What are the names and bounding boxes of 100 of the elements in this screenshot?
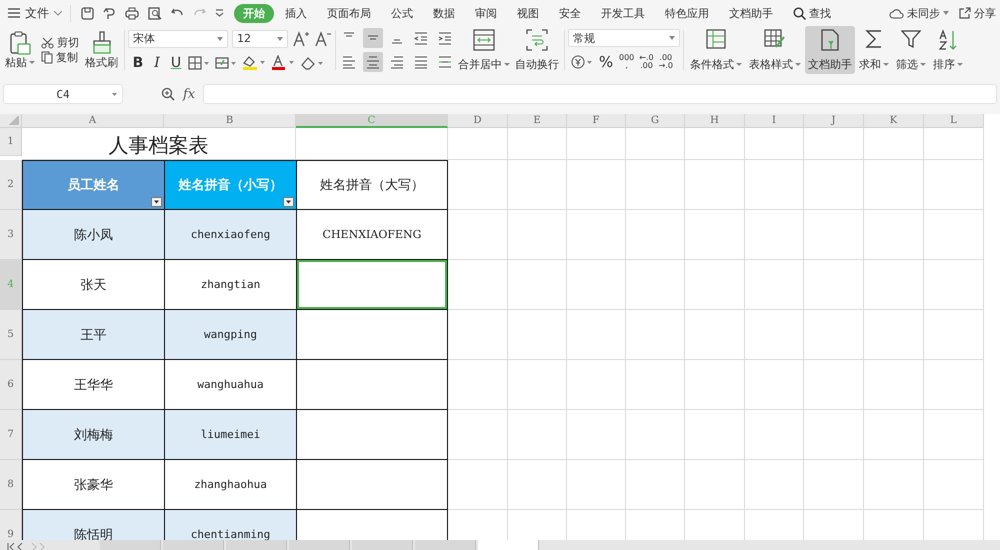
empty-cell[interactable] bbox=[745, 260, 804, 310]
empty-cell[interactable] bbox=[508, 210, 567, 260]
filter-dropdown-icon[interactable] bbox=[151, 197, 162, 207]
empty-cell[interactable] bbox=[685, 128, 745, 160]
empty-cell[interactable] bbox=[924, 210, 984, 260]
copy-button[interactable]: 复制 bbox=[41, 50, 79, 65]
empty-cell[interactable] bbox=[745, 128, 804, 160]
format-painter-button[interactable]: 格式刷 bbox=[82, 28, 121, 72]
ribbon-button[interactable]: 求和 bbox=[856, 26, 892, 74]
empty-cell[interactable] bbox=[864, 460, 924, 510]
empty-cell[interactable] bbox=[567, 310, 626, 360]
empty-cell[interactable] bbox=[626, 310, 685, 360]
empty-cell[interactable] bbox=[745, 360, 804, 410]
ribbon-tab[interactable]: 数据 bbox=[424, 4, 464, 22]
sheet-tab[interactable] bbox=[478, 540, 539, 550]
align-icon[interactable] bbox=[363, 28, 383, 48]
empty-cell[interactable] bbox=[685, 210, 745, 260]
empty-cell[interactable] bbox=[804, 260, 864, 310]
formula-field[interactable] bbox=[203, 84, 997, 104]
empty-cell[interactable] bbox=[745, 210, 804, 260]
cell-style-icon[interactable] bbox=[215, 56, 237, 70]
empty-cell[interactable] bbox=[864, 128, 924, 160]
bold-button[interactable]: B bbox=[131, 54, 145, 70]
empty-cell[interactable] bbox=[924, 260, 984, 310]
empty-cell[interactable] bbox=[567, 410, 626, 460]
print-icon[interactable] bbox=[125, 6, 139, 20]
wrap-text-button[interactable]: 自动换行 bbox=[513, 26, 561, 74]
column-header[interactable]: K bbox=[864, 114, 924, 128]
ribbon-button[interactable]: 条件格式 bbox=[687, 26, 745, 74]
ribbon-tab[interactable]: 安全 bbox=[550, 4, 590, 22]
empty-cell[interactable] bbox=[508, 260, 567, 310]
empty-cell[interactable] bbox=[924, 460, 984, 510]
empty-cell[interactable] bbox=[626, 128, 685, 160]
select-all-corner[interactable] bbox=[0, 114, 22, 128]
empty-cell[interactable] bbox=[804, 410, 864, 460]
font-color-icon[interactable] bbox=[271, 55, 295, 70]
increase-font-icon[interactable] bbox=[292, 30, 310, 46]
sheet-tab[interactable] bbox=[289, 540, 350, 550]
currency-icon[interactable] bbox=[571, 55, 593, 69]
empty-cell[interactable] bbox=[626, 460, 685, 510]
eraser-icon[interactable] bbox=[300, 56, 324, 70]
share-button[interactable]: 分享 bbox=[955, 4, 1000, 22]
column-header[interactable]: D bbox=[448, 114, 508, 128]
cut-button[interactable]: 剪切 bbox=[41, 35, 79, 50]
empty-cell[interactable] bbox=[567, 460, 626, 510]
ribbon-tab[interactable]: 开发工具 bbox=[592, 4, 654, 22]
empty-cell[interactable] bbox=[626, 260, 685, 310]
column-header[interactable]: F bbox=[567, 114, 626, 128]
empty-cell[interactable] bbox=[804, 460, 864, 510]
column-header[interactable]: I bbox=[745, 114, 804, 128]
empty-cell[interactable] bbox=[508, 460, 567, 510]
file-menu[interactable]: 文件 bbox=[8, 4, 71, 22]
empty-cell[interactable] bbox=[567, 128, 626, 160]
empty-cell[interactable] bbox=[864, 310, 924, 360]
row-header[interactable]: 1 bbox=[0, 128, 22, 156]
ribbon-tab[interactable]: 审阅 bbox=[466, 4, 506, 22]
empty-cell[interactable] bbox=[924, 410, 984, 460]
empty-cell[interactable] bbox=[685, 360, 745, 410]
column-header[interactable]: J bbox=[804, 114, 864, 128]
sheet-tab[interactable] bbox=[226, 540, 287, 550]
sheet-tab[interactable] bbox=[163, 540, 224, 550]
empty-cell[interactable] bbox=[864, 410, 924, 460]
empty-cell[interactable] bbox=[508, 410, 567, 460]
function-label[interactable]: fx bbox=[183, 86, 196, 102]
percent-button[interactable]: % bbox=[598, 53, 614, 71]
align-icon[interactable] bbox=[363, 52, 383, 72]
sync-button[interactable]: 未同步 bbox=[885, 4, 953, 22]
ribbon-button[interactable]: 文档助手 bbox=[805, 26, 855, 74]
empty-cell[interactable] bbox=[685, 160, 745, 210]
empty-cell[interactable] bbox=[864, 160, 924, 210]
empty-cell[interactable] bbox=[804, 360, 864, 410]
empty-cell[interactable] bbox=[448, 128, 508, 160]
border-icon[interactable] bbox=[188, 56, 210, 70]
sheet-tab[interactable] bbox=[415, 540, 476, 550]
number-style-button[interactable]: ←.0 .00 bbox=[639, 54, 654, 70]
empty-cell[interactable] bbox=[745, 310, 804, 360]
row-header[interactable]: 7 bbox=[0, 410, 22, 460]
empty-cell[interactable] bbox=[567, 360, 626, 410]
empty-cell[interactable] bbox=[804, 210, 864, 260]
empty-cell[interactable] bbox=[864, 360, 924, 410]
ribbon-button[interactable]: 排序 bbox=[930, 26, 966, 74]
filter-dropdown-icon[interactable] bbox=[283, 197, 294, 207]
empty-cell[interactable] bbox=[745, 410, 804, 460]
empty-cell[interactable] bbox=[626, 160, 685, 210]
name-box[interactable]: C4 bbox=[3, 84, 123, 104]
empty-cell[interactable] bbox=[924, 128, 984, 160]
column-header[interactable]: L bbox=[924, 114, 984, 128]
empty-cell[interactable] bbox=[508, 128, 567, 160]
sheet-nav-icon[interactable] bbox=[6, 543, 46, 550]
row-header[interactable]: 6 bbox=[0, 360, 22, 410]
sheet-tab[interactable] bbox=[352, 540, 413, 550]
ribbon-button[interactable]: 表格样式 bbox=[746, 26, 804, 74]
zoom-icon[interactable] bbox=[161, 87, 175, 101]
empty-cell[interactable] bbox=[626, 360, 685, 410]
empty-cell[interactable] bbox=[745, 160, 804, 210]
ribbon-tab[interactable]: 插入 bbox=[276, 4, 316, 22]
merge-center-button[interactable]: 合并居中 bbox=[456, 26, 512, 74]
empty-cell[interactable] bbox=[804, 160, 864, 210]
empty-cell[interactable] bbox=[626, 410, 685, 460]
sheet-tab[interactable] bbox=[100, 540, 161, 550]
